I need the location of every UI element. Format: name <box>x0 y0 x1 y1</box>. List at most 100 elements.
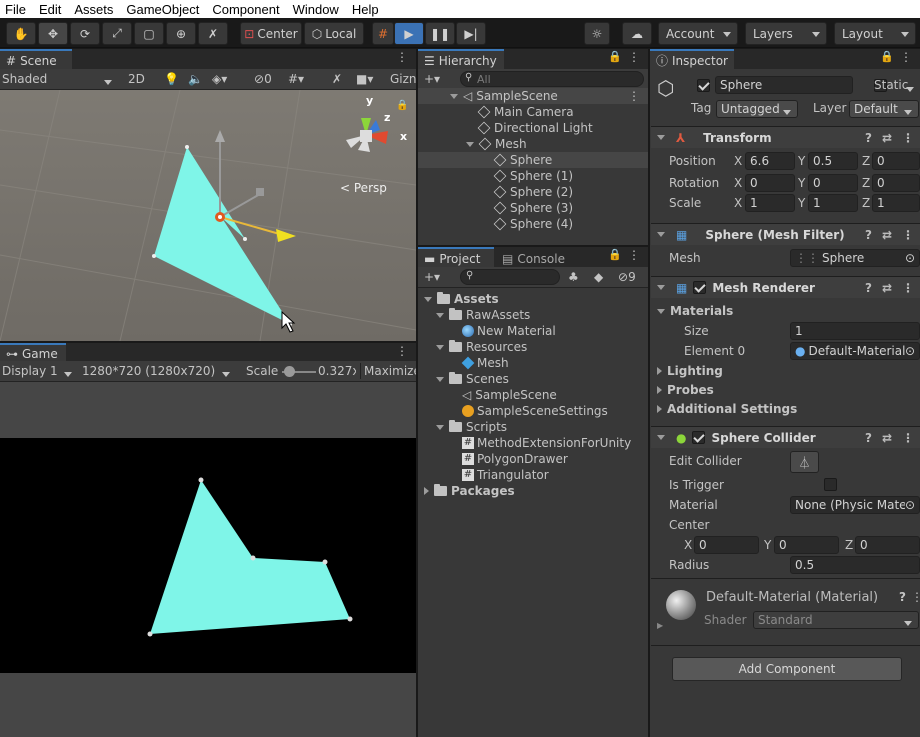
scale-y-field[interactable]: 1 <box>808 194 858 212</box>
menu-component[interactable]: Component <box>207 2 284 17</box>
custom-tool-icon[interactable]: ✗ <box>198 22 228 45</box>
collab-icon[interactable]: ☼ <box>584 22 610 45</box>
sphere-collider-header[interactable]: ● Sphere Collider ? ⇄ ⋮ <box>651 426 920 448</box>
kebab-menu-icon[interactable]: ⋮ <box>902 131 914 145</box>
edit-collider-button[interactable]: ⏃ <box>790 451 819 473</box>
asset-samplescene[interactable]: ◁ SampleScene <box>462 387 557 403</box>
grid-toggle-icon[interactable]: #▾ <box>288 71 304 87</box>
hand-tool-icon[interactable]: ✋ <box>6 22 36 45</box>
lighting-icon[interactable]: 💡 <box>164 71 179 87</box>
help-icon[interactable]: ? <box>865 431 872 445</box>
center-x-field[interactable]: 0 <box>694 536 759 554</box>
kebab-menu-icon[interactable]: ⋮ <box>396 344 408 358</box>
asset-samplescenesettings[interactable]: SampleSceneSettings <box>462 403 608 419</box>
project-search-input[interactable] <box>460 269 560 285</box>
preset-icon[interactable]: ⇄ <box>882 431 892 445</box>
tag-dropdown[interactable]: Untagged <box>716 100 798 118</box>
perspective-toggle[interactable]: < Persp <box>340 181 387 195</box>
layout-dropdown[interactable]: Layout <box>834 22 916 45</box>
radius-field[interactable]: 0.5 <box>790 556 920 574</box>
mesh-object-field[interactable]: ⋮⋮ Sphere ⊙ <box>790 249 920 267</box>
folder-assets[interactable]: Assets <box>424 291 499 307</box>
kebab-menu-icon[interactable]: ⋮ <box>628 89 640 103</box>
hierarchy-item-sphere-3[interactable]: Sphere (3) <box>493 200 573 216</box>
hidden-packages-icon[interactable]: ⊘ 9 <box>618 269 636 285</box>
transform-header[interactable]: ⅄ Transform ? ⇄ ⋮ <box>651 126 920 148</box>
mesh-filter-header[interactable]: ▦ Sphere (Mesh Filter) ? ⇄ ⋮ <box>651 223 920 245</box>
active-checkbox[interactable] <box>697 79 710 92</box>
rect-tool-icon[interactable]: ▢ <box>134 22 164 45</box>
preset-icon[interactable]: ⇄ <box>882 281 892 295</box>
object-picker-icon[interactable]: ⊙ <box>905 344 915 358</box>
menu-file[interactable]: File <box>0 2 31 17</box>
gizmos-dropdown[interactable]: Gizn <box>390 71 417 87</box>
asset-script-triangulator[interactable]: # Triangulator <box>462 467 549 483</box>
hierarchy-item-sphere-1[interactable]: Sphere (1) <box>493 168 573 184</box>
enabled-checkbox[interactable] <box>692 431 706 444</box>
asset-script-methodextension[interactable]: # MethodExtensionForUnity <box>462 435 631 451</box>
move-tool-icon[interactable]: ✥ <box>38 22 68 45</box>
divider[interactable] <box>418 245 648 247</box>
filter-label-icon[interactable]: ◆ <box>594 269 603 285</box>
materials-size-field[interactable]: 1 <box>790 322 920 340</box>
orientation-gizmo[interactable]: y z x 🔒 <box>336 94 408 170</box>
kebab-menu-icon[interactable]: ⋮ <box>628 248 640 262</box>
hierarchy-item-main-camera[interactable]: Main Camera <box>477 104 574 120</box>
position-y-field[interactable]: 0.5 <box>808 152 858 170</box>
pause-button[interactable]: ❚❚ <box>425 22 455 45</box>
tab-console[interactable]: ▤ Console <box>496 247 578 268</box>
kebab-menu-icon[interactable]: ⋮ <box>396 50 408 64</box>
maximize-toggle[interactable]: Maximize <box>360 363 416 379</box>
center-z-field[interactable]: 0 <box>855 536 920 554</box>
kebab-menu-icon[interactable]: ⋮ <box>902 228 914 242</box>
menu-help[interactable]: Help <box>347 2 384 17</box>
enabled-checkbox[interactable] <box>693 281 707 294</box>
object-name-field[interactable]: Sphere <box>715 76 853 94</box>
position-z-field[interactable]: 0 <box>872 152 920 170</box>
add-icon[interactable]: +▾ <box>424 269 440 285</box>
physic-material-field[interactable]: None (Physic Mate ⊙ <box>790 496 920 514</box>
menu-edit[interactable]: Edit <box>34 2 66 17</box>
scene-row[interactable]: ◁ SampleScene ⋮ <box>418 88 648 104</box>
shader-dropdown[interactable]: Standard <box>753 611 919 629</box>
audio-icon[interactable]: 🔈 <box>188 71 203 87</box>
camera-icon[interactable]: ■▾ <box>356 71 373 87</box>
tab-hierarchy[interactable]: ☰ Hierarchy <box>418 49 504 70</box>
2d-toggle[interactable]: 2D <box>128 71 145 87</box>
filter-type-icon[interactable]: ♣ <box>568 269 579 285</box>
tab-inspector[interactable]: ⓘ Inspector <box>650 49 734 70</box>
folder-packages[interactable]: Packages <box>424 483 515 499</box>
pivot-local-toggle[interactable]: ⬡ Local <box>304 22 364 45</box>
rotation-y-field[interactable]: 0 <box>808 174 858 192</box>
additional-settings-foldout[interactable]: Additional Settings <box>657 401 797 417</box>
tab-project[interactable]: ▬ Project <box>418 247 494 268</box>
tab-scene[interactable]: # Scene <box>0 49 72 70</box>
folder-scripts[interactable]: Scripts <box>436 419 507 435</box>
mesh-polygon[interactable] <box>154 147 290 324</box>
static-dropdown[interactable]: Static <box>874 78 920 92</box>
cloud-icon[interactable]: ☁ <box>622 22 652 45</box>
kebab-menu-icon[interactable]: ⋮ <box>628 50 640 64</box>
divider[interactable] <box>648 49 650 737</box>
lock-icon[interactable]: 🔒 <box>608 50 622 63</box>
help-icon[interactable]: ? <box>865 131 872 145</box>
preset-icon[interactable]: ⇄ <box>882 228 892 242</box>
menu-assets[interactable]: Assets <box>69 2 118 17</box>
hierarchy-search-input[interactable]: All <box>460 71 644 87</box>
object-picker-icon[interactable]: ⊙ <box>904 498 915 512</box>
shading-dropdown[interactable]: Shaded <box>2 71 118 87</box>
help-icon[interactable]: ? <box>865 228 872 242</box>
hierarchy-item-sphere-2[interactable]: Sphere (2) <box>493 184 573 200</box>
asset-script-polygondrawer[interactable]: # PolygonDrawer <box>462 451 568 467</box>
account-dropdown[interactable]: Account <box>658 22 738 45</box>
hidden-objects-icon[interactable]: ⊘ 0 <box>254 71 272 87</box>
help-icon[interactable]: ? <box>899 590 906 604</box>
rotation-x-field[interactable]: 0 <box>745 174 795 192</box>
resolution-dropdown[interactable]: 1280*720 (1280x720) <box>82 363 236 379</box>
kebab-menu-icon[interactable]: ⋮ <box>902 431 914 445</box>
tab-game[interactable]: ⊶ Game <box>0 343 66 362</box>
materials-foldout[interactable]: Materials <box>657 303 733 319</box>
rotation-z-field[interactable]: 0 <box>872 174 920 192</box>
divider[interactable] <box>0 341 416 343</box>
game-viewport[interactable] <box>0 438 416 673</box>
